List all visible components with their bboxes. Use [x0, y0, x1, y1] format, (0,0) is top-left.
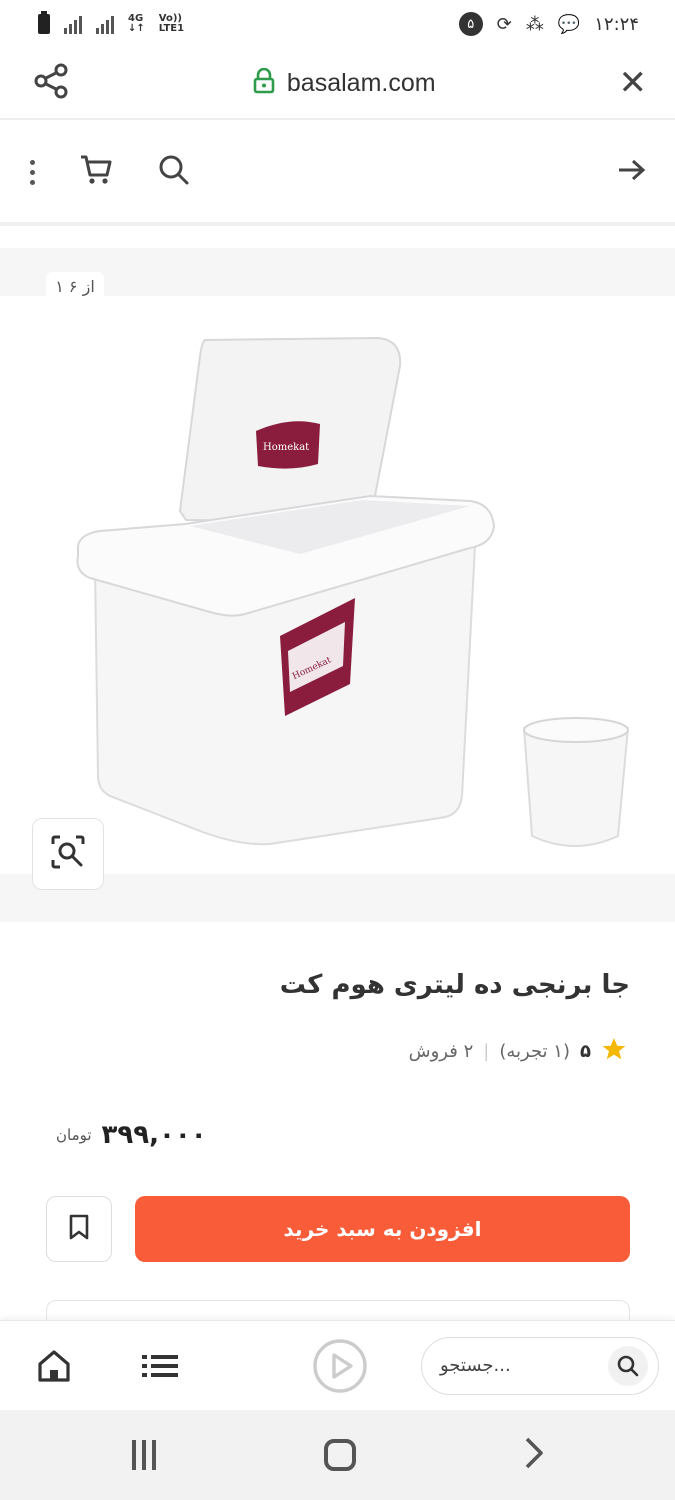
product-price: ۳۹۹,۰۰۰	[101, 1120, 207, 1150]
battery-icon	[38, 11, 50, 34]
status-right: ۵ ⟳ ⁂ 💬 ۱۲:۲۴	[458, 12, 639, 36]
divider: |	[483, 1041, 490, 1062]
sync-icon: ⟳	[496, 13, 512, 35]
back-arrow-icon[interactable]	[617, 158, 647, 186]
browser-url-bar: basalam.com ✕	[0, 48, 675, 120]
network-indicator: 4G ↓↑	[128, 14, 145, 34]
product-title: جا برنجی ده لیتری هوم کت	[279, 970, 630, 1000]
product-image: Homekat Homekat	[76, 336, 630, 847]
bookmark-button[interactable]	[46, 1196, 112, 1262]
add-to-cart-button[interactable]: افزودن به سبد خرید	[135, 1196, 630, 1262]
data-arrows-icon: ↓↑	[128, 23, 145, 34]
star-icon	[601, 1036, 627, 1067]
close-icon[interactable]: ✕	[618, 66, 647, 100]
app-notification-icon: ⁂	[525, 13, 544, 35]
search-icon[interactable]	[157, 153, 191, 191]
bookmark-icon	[68, 1213, 90, 1245]
zoom-search-icon	[50, 834, 86, 874]
url-text: basalam.com	[286, 68, 436, 97]
sales-count: ۲ فروش	[408, 1041, 474, 1062]
toolbar-actions	[30, 153, 191, 191]
chat-icon: 💬	[557, 13, 581, 35]
recent-apps-icon[interactable]	[132, 1440, 156, 1470]
rating-row: ۵ (۱ تجربه) | ۲ فروش	[409, 1036, 627, 1067]
signal-icon-sim1	[64, 14, 82, 34]
clock: ۱۲:۲۴	[594, 13, 639, 35]
url-display[interactable]: basalam.com	[253, 67, 436, 98]
lid-brand-label: Homekat	[263, 442, 309, 453]
lock-icon	[253, 67, 275, 98]
rating-score: ۵	[580, 1041, 591, 1062]
video-play-icon[interactable]	[312, 1338, 368, 1394]
product-image-gallery[interactable]: Homekat Homekat	[0, 296, 675, 874]
notification-count-badge: ۵	[458, 12, 483, 36]
currency-label: تومان	[56, 1126, 92, 1144]
review-count[interactable]: (۱ تجربه)	[499, 1041, 570, 1062]
share-icon[interactable]	[32, 62, 70, 104]
system-home-icon[interactable]	[323, 1439, 356, 1471]
system-navigation-bar	[0, 1410, 675, 1500]
zoom-image-button[interactable]	[32, 818, 104, 890]
status-bar: 4G ↓↑ Vo)) LTE1 ۵ ⟳ ⁂ 💬 ۱۲:۲۴	[0, 0, 675, 48]
home-icon[interactable]	[34, 1349, 74, 1383]
cart-icon[interactable]	[79, 154, 113, 190]
lte-label: LTE1	[158, 23, 185, 34]
volte-indicator: Vo)) LTE1	[159, 14, 184, 34]
bottom-search-bar[interactable]: جستجو...	[421, 1336, 659, 1395]
more-options-icon[interactable]	[30, 159, 35, 185]
bottom-nav: جستجو...	[0, 1320, 675, 1410]
price-row: تومان ۳۹۹,۰۰۰	[56, 1120, 207, 1150]
site-toolbar	[0, 122, 675, 226]
system-back-icon[interactable]	[523, 1436, 545, 1474]
signal-icon-sim2	[96, 14, 114, 34]
bottom-search-icon[interactable]	[608, 1345, 648, 1386]
search-placeholder: جستجو...	[440, 1355, 511, 1376]
categories-menu-icon[interactable]	[140, 1354, 180, 1378]
status-left: 4G ↓↑ Vo)) LTE1	[38, 11, 184, 34]
